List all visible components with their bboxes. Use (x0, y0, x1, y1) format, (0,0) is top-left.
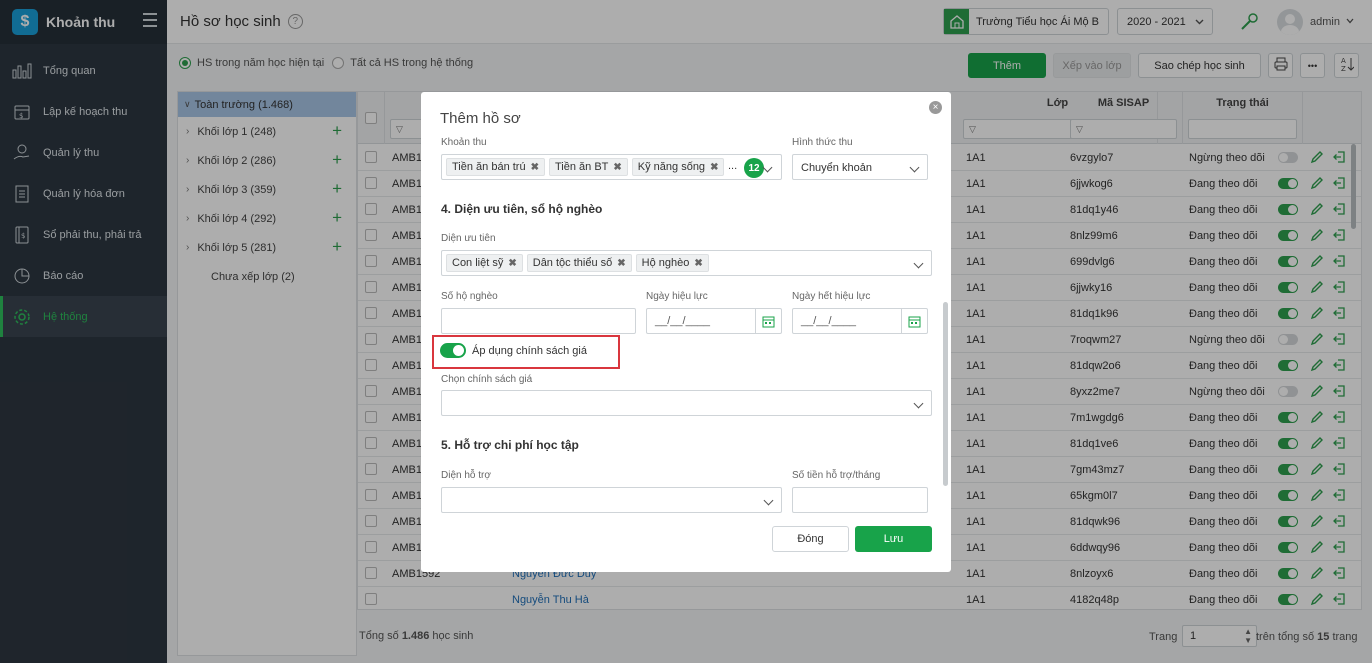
tag-label: Dân tộc thiểu số (532, 257, 613, 269)
priority-multiselect[interactable]: Con liệt sỹ ✖ Dân tộc thiểu số ✖ Hộ nghèo ✖ (441, 250, 932, 276)
modal-scrollbar[interactable] (943, 302, 948, 486)
remove-tag-icon[interactable]: ✖ (508, 258, 516, 269)
remove-tag-icon[interactable]: ✖ (617, 258, 625, 269)
tag-label: Kỹ năng sống (637, 161, 706, 173)
chevron-down-icon (909, 162, 920, 173)
chevron-down-icon (913, 398, 924, 409)
selected-count-badge: 12 (744, 158, 764, 178)
app-root: $ Khoản thu Tổng quan $ Lập kế hoạch thu… (0, 0, 1372, 663)
remove-tag-icon[interactable]: ✖ (694, 258, 702, 269)
policy-label: Chọn chính sách giá (441, 374, 533, 385)
poor-number-label: Số hộ nghèo (441, 291, 498, 302)
support-type-label: Diện hỗ trợ (441, 470, 491, 481)
remove-tag-icon[interactable]: ✖ (710, 162, 718, 173)
modal-title: Thêm hồ sơ (440, 110, 521, 127)
more-tags-ellipsis: ... (728, 160, 738, 172)
priority-tag: Dân tộc thiểu số ✖ (526, 254, 632, 272)
priority-tag: Con liệt sỹ ✖ (446, 254, 523, 272)
apply-policy-toggle[interactable] (440, 343, 466, 358)
section-support-title: 5. Hỗ trợ chi phí học tập (441, 438, 579, 452)
tag-label: Tiền ăn bán trú (452, 161, 526, 173)
chevron-down-icon (762, 162, 773, 173)
apply-policy-label: Áp dụng chính sách giá (472, 345, 587, 357)
save-button[interactable]: Lưu (855, 526, 932, 552)
revenue-multiselect[interactable]: Tiền ăn bán trú ✖ Tiền ăn BT ✖ Kỹ năng sốn… (441, 154, 782, 180)
method-value: Chuyển khoản (801, 162, 872, 174)
method-select[interactable]: Chuyển khoản (792, 154, 928, 180)
revenue-label: Khoản thu (441, 137, 487, 148)
chevron-down-icon (763, 495, 774, 506)
chevron-down-icon (913, 258, 924, 269)
close-button[interactable]: Đóng (772, 526, 849, 552)
tag-label: Con liệt sỹ (452, 257, 504, 269)
tag-label: Hộ nghèo (641, 257, 690, 269)
close-icon[interactable]: × (929, 101, 942, 114)
revenue-tag: Kỹ năng sống ✖ (631, 158, 725, 176)
priority-tag: Hộ nghèo ✖ (635, 254, 709, 272)
valid-from-date[interactable]: __/__/____ (646, 308, 782, 334)
policy-select[interactable] (441, 390, 932, 416)
tag-label: Tiền ăn BT (554, 161, 609, 173)
section-priority-title: 4. Diện ưu tiên, sổ hộ nghèo (441, 202, 603, 216)
valid-to-label: Ngày hết hiệu lực (792, 291, 871, 302)
date-placeholder: __/__/____ (655, 315, 711, 327)
support-amount-input[interactable] (792, 487, 928, 513)
support-amount-label: Số tiền hỗ trợ/tháng (792, 470, 881, 481)
support-type-select[interactable] (441, 487, 782, 513)
priority-label: Diện ưu tiên (441, 233, 496, 244)
valid-from-label: Ngày hiệu lực (646, 291, 708, 302)
calendar-icon[interactable] (901, 309, 927, 333)
remove-tag-icon[interactable]: ✖ (613, 162, 621, 173)
remove-tag-icon[interactable]: ✖ (531, 162, 539, 173)
calendar-icon[interactable] (755, 309, 781, 333)
poor-number-input[interactable] (441, 308, 636, 334)
revenue-tag: Tiền ăn bán trú ✖ (446, 158, 545, 176)
revenue-tag: Tiền ăn BT ✖ (548, 158, 628, 176)
date-placeholder: __/__/____ (801, 315, 857, 327)
add-profile-modal: Thêm hồ sơ × Khoản thu Tiền ăn bán trú ✖ … (421, 92, 951, 572)
valid-to-date[interactable]: __/__/____ (792, 308, 928, 334)
method-label: Hình thức thu (792, 137, 853, 148)
